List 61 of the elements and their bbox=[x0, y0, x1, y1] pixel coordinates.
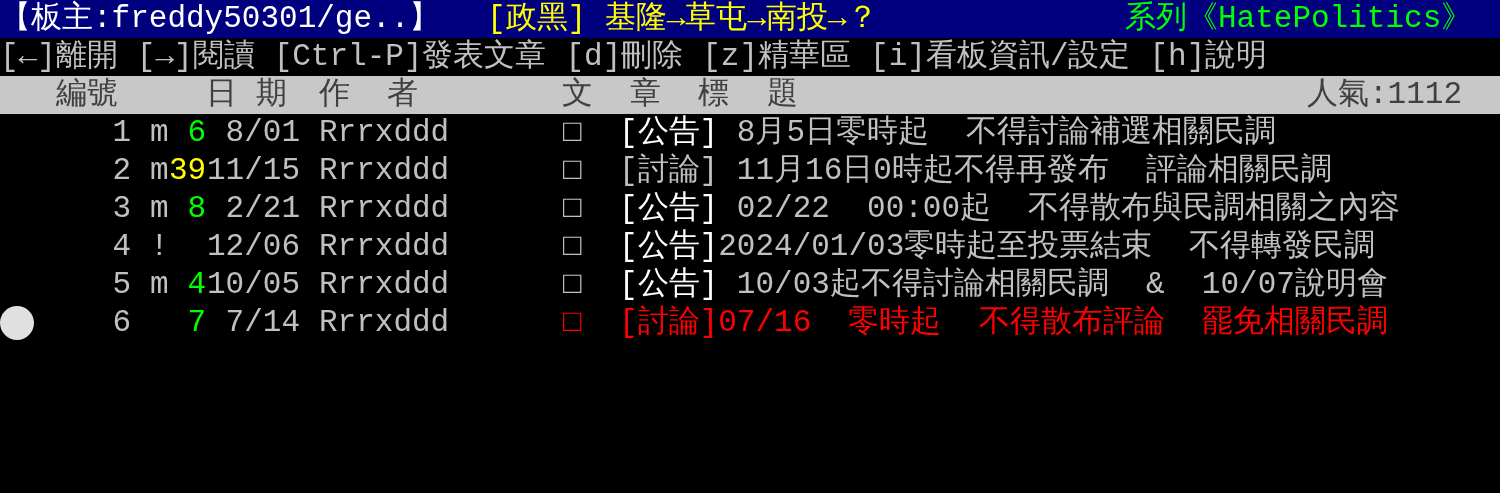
post-date: 11/15 bbox=[206, 152, 300, 190]
post-mark: m bbox=[150, 266, 169, 304]
post-tag: [公告] bbox=[619, 228, 719, 266]
post-prefix: □ bbox=[563, 228, 583, 266]
post-mark: m bbox=[150, 114, 169, 152]
recommend-count: 39 bbox=[169, 152, 206, 190]
recommend-count: 8 bbox=[186, 190, 206, 228]
post-title: 8月5日零時起 不得討論補選相關民調 bbox=[735, 114, 1277, 152]
post-date: 2/21 bbox=[224, 190, 300, 228]
post-title: 2024/01/03零時起至投票結束 不得轉發民調 bbox=[718, 228, 1376, 266]
post-author: Rrrxddd bbox=[319, 228, 451, 266]
post-prefix: □ bbox=[563, 304, 583, 342]
post-number: 1 bbox=[111, 114, 131, 152]
post-number: 3 bbox=[111, 190, 131, 228]
post-prefix: □ bbox=[563, 266, 583, 304]
post-number: 6 bbox=[111, 304, 131, 342]
post-title: 02/22 00:00起 不得散布與民調相關之內容 bbox=[735, 190, 1401, 228]
board-series-label: 系列《HatePolitics》 bbox=[1125, 0, 1473, 38]
post-author: Rrrxddd bbox=[319, 304, 451, 342]
post-tag: [討論] bbox=[619, 152, 719, 190]
post-mark: m bbox=[150, 190, 169, 228]
date-column-header: 日 期 bbox=[206, 76, 288, 114]
post-date: 12/06 bbox=[206, 228, 300, 266]
moderator-label: 【板主:freddy50301/ge..】 bbox=[0, 0, 442, 38]
post-title: 11月16日0時起不得再發布 評論相關民調 bbox=[735, 152, 1333, 190]
post-title: 10/03起不得討論相關民調 & 10/07說明會 bbox=[735, 266, 1388, 304]
post-title: 07/16 零時起 不得散布評論 罷免相關民調 bbox=[718, 304, 1388, 342]
post-tag: [公告] bbox=[619, 266, 719, 304]
post-number: 5 bbox=[111, 266, 131, 304]
post-date: 8/01 bbox=[224, 114, 300, 152]
post-author: Rrrxddd bbox=[319, 114, 451, 152]
post-date: 7/14 bbox=[224, 304, 300, 342]
post-prefix: □ bbox=[563, 114, 583, 152]
author-column-header: 作 者 bbox=[319, 76, 420, 114]
board-title: [政黑] 基隆→草屯→南投→？ bbox=[487, 0, 879, 38]
number-column-header: 編號 bbox=[56, 76, 119, 114]
menu-command[interactable]: [h]說明 bbox=[1149, 38, 1268, 76]
popularity-label: 人氣:1112 bbox=[1307, 76, 1462, 114]
menu-command[interactable]: [→]閱讀 bbox=[136, 38, 255, 76]
post-author: Rrrxddd bbox=[319, 152, 451, 190]
post-tag: [討論] bbox=[619, 304, 719, 342]
post-mark: ! bbox=[150, 228, 169, 266]
post-author: Rrrxddd bbox=[319, 190, 451, 228]
post-prefix: □ bbox=[563, 152, 583, 190]
post-tag: [公告] bbox=[619, 190, 719, 228]
recommend-count: 4 bbox=[186, 266, 206, 304]
post-prefix: □ bbox=[563, 190, 583, 228]
post-tag: [公告] bbox=[619, 114, 719, 152]
menu-command[interactable]: [i]看板資訊/設定 bbox=[870, 38, 1131, 76]
post-number: 4 bbox=[111, 228, 131, 266]
menu-command[interactable]: [Ctrl-P]發表文章 bbox=[273, 38, 547, 76]
recommend-count: 6 bbox=[186, 114, 206, 152]
menu-command[interactable]: [z]精華區 bbox=[702, 38, 852, 76]
post-number: 2 bbox=[111, 152, 131, 190]
post-date: 10/05 bbox=[206, 266, 300, 304]
menu-command[interactable]: [d]刪除 bbox=[565, 38, 684, 76]
title-column-header: 文 章 標 題 bbox=[562, 76, 799, 114]
menu-command[interactable]: [←]離開 bbox=[0, 38, 118, 76]
post-author: Rrrxddd bbox=[319, 266, 451, 304]
recommend-count: 7 bbox=[186, 304, 206, 342]
post-mark: m bbox=[150, 152, 169, 190]
